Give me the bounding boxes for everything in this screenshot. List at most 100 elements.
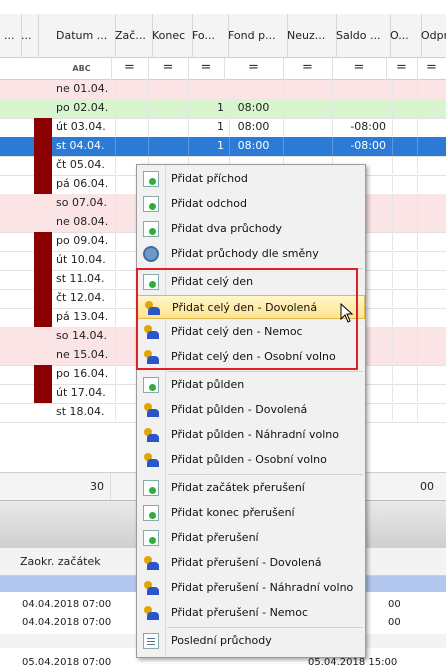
menu-item[interactable]: Poslední průchody <box>137 629 365 653</box>
cell-date[interactable]: pá 06.04. <box>52 175 116 193</box>
cell[interactable] <box>386 308 418 326</box>
cell[interactable] <box>417 156 446 174</box>
menu-item[interactable]: Přidat začátek přerušení <box>137 476 365 500</box>
cell[interactable] <box>417 137 446 155</box>
cell-saldo[interactable] <box>332 99 393 117</box>
cell[interactable] <box>386 194 418 212</box>
cell[interactable] <box>283 99 333 117</box>
cell[interactable] <box>417 194 446 212</box>
cell[interactable] <box>148 137 189 155</box>
cell[interactable] <box>283 118 333 136</box>
table-row[interactable]: út 03.04. 1 08:00 -08:00 <box>0 118 446 138</box>
filter-start[interactable]: = <box>111 58 149 80</box>
cell-date[interactable]: út 17.04. <box>52 384 116 402</box>
cell-saldo[interactable]: -08:00 <box>332 137 393 155</box>
cell-c2[interactable]: 08:00 <box>224 99 284 117</box>
cell[interactable] <box>386 175 418 193</box>
cell-date[interactable]: ne 15.04. <box>52 346 116 364</box>
cell-date[interactable]: po 09.04. <box>52 232 116 250</box>
cell-date[interactable]: po 02.04. <box>52 99 116 117</box>
cell[interactable] <box>111 118 149 136</box>
menu-item[interactable]: Přidat přerušení - Náhradní volno <box>137 576 365 600</box>
cell[interactable] <box>417 80 446 98</box>
cell-c2[interactable]: 08:00 <box>224 118 284 136</box>
filter-date[interactable]: ABC <box>52 58 112 80</box>
filter-unused[interactable]: = <box>283 58 333 80</box>
menu-item[interactable]: Přidat dva průchody <box>137 217 365 241</box>
cell[interactable] <box>386 384 418 402</box>
cell-date[interactable]: so 14.04. <box>52 327 116 345</box>
col-header-end[interactable]: Konec <box>148 14 193 58</box>
cell[interactable] <box>386 346 418 364</box>
cell[interactable] <box>386 137 418 155</box>
col-header-rounded-start[interactable]: Zaokr. začátek <box>20 555 101 568</box>
menu-item[interactable]: Přidat odchod <box>137 192 365 216</box>
cell[interactable] <box>417 308 446 326</box>
cell-date[interactable]: po 16.04. <box>52 365 116 383</box>
cell[interactable] <box>148 118 189 136</box>
cell[interactable] <box>417 270 446 288</box>
menu-item[interactable]: Přidat půlden - Náhradní volno <box>137 423 365 447</box>
cell[interactable] <box>417 403 446 421</box>
col-header-marker[interactable]: ... <box>17 14 39 58</box>
cell-date[interactable]: st 11.04. <box>52 270 116 288</box>
menu-item[interactable]: Přidat přerušení - Dovolená <box>137 551 365 575</box>
menu-item[interactable]: Přidat půlden - Dovolená <box>137 398 365 422</box>
col-header-balance[interactable]: Saldo ... <box>332 14 391 58</box>
cell[interactable] <box>148 80 189 98</box>
table-row[interactable]: st 04.04. 1 08:00 -08:00 <box>0 137 446 157</box>
cell[interactable] <box>417 289 446 307</box>
col-header-odpr[interactable]: Odpr <box>417 14 446 58</box>
cell[interactable] <box>386 365 418 383</box>
menu-item[interactable]: Přidat konec přerušení <box>137 501 365 525</box>
cell-date[interactable]: st 18.04. <box>52 403 116 421</box>
cell-date[interactable]: čt 12.04. <box>52 289 116 307</box>
cell[interactable] <box>111 137 149 155</box>
cell-date[interactable]: so 07.04. <box>52 194 116 212</box>
cell[interactable] <box>417 118 446 136</box>
filter-odpr[interactable]: = <box>417 58 446 80</box>
cell-date[interactable]: út 10.04. <box>52 251 116 269</box>
cell-date[interactable]: pá 13.04. <box>52 308 116 326</box>
cell-saldo[interactable]: -08:00 <box>332 118 393 136</box>
col-header-start[interactable]: Zač... <box>111 14 153 58</box>
cell[interactable] <box>283 137 333 155</box>
cell[interactable] <box>386 80 418 98</box>
cell-saldo[interactable] <box>332 80 393 98</box>
col-header-fund[interactable]: Fo... <box>188 14 229 58</box>
cell[interactable] <box>386 403 418 421</box>
cell[interactable] <box>386 289 418 307</box>
col-header-date[interactable]: Datum ... <box>52 14 116 58</box>
menu-item[interactable]: Přidat přerušení - Nemoc <box>137 601 365 625</box>
cell[interactable] <box>283 80 333 98</box>
cell[interactable] <box>417 99 446 117</box>
cell[interactable] <box>386 270 418 288</box>
cell[interactable] <box>417 251 446 269</box>
cell[interactable] <box>417 232 446 250</box>
cell[interactable] <box>111 80 149 98</box>
cell-c2[interactable]: 08:00 <box>224 137 284 155</box>
cell-date[interactable]: čt 05.04. <box>52 156 116 174</box>
cell[interactable] <box>386 327 418 345</box>
cell[interactable] <box>386 232 418 250</box>
menu-item[interactable]: Přidat půlden <box>137 373 365 397</box>
filter-end[interactable]: = <box>148 58 189 80</box>
filter-balance[interactable]: = <box>332 58 387 80</box>
cell-date[interactable]: út 03.04. <box>52 118 116 136</box>
cell[interactable] <box>386 251 418 269</box>
cell[interactable] <box>111 99 149 117</box>
cell[interactable] <box>417 213 446 231</box>
filter-fund[interactable]: = <box>188 58 225 80</box>
col-header-unused[interactable]: Neuz... <box>283 14 337 58</box>
menu-item[interactable]: Přidat průchody dle směny <box>137 242 365 266</box>
menu-item[interactable]: Přidat přerušení <box>137 526 365 550</box>
cell[interactable] <box>417 365 446 383</box>
table-row[interactable]: ne 01.04. <box>0 80 446 100</box>
cell[interactable] <box>417 346 446 364</box>
table-row[interactable]: po 02.04. 1 08:00 <box>0 99 446 119</box>
cell[interactable] <box>386 99 418 117</box>
cell-c2[interactable] <box>224 80 284 98</box>
cell-date[interactable]: ne 01.04. <box>52 80 116 98</box>
cell[interactable] <box>386 118 418 136</box>
cell[interactable] <box>148 99 189 117</box>
